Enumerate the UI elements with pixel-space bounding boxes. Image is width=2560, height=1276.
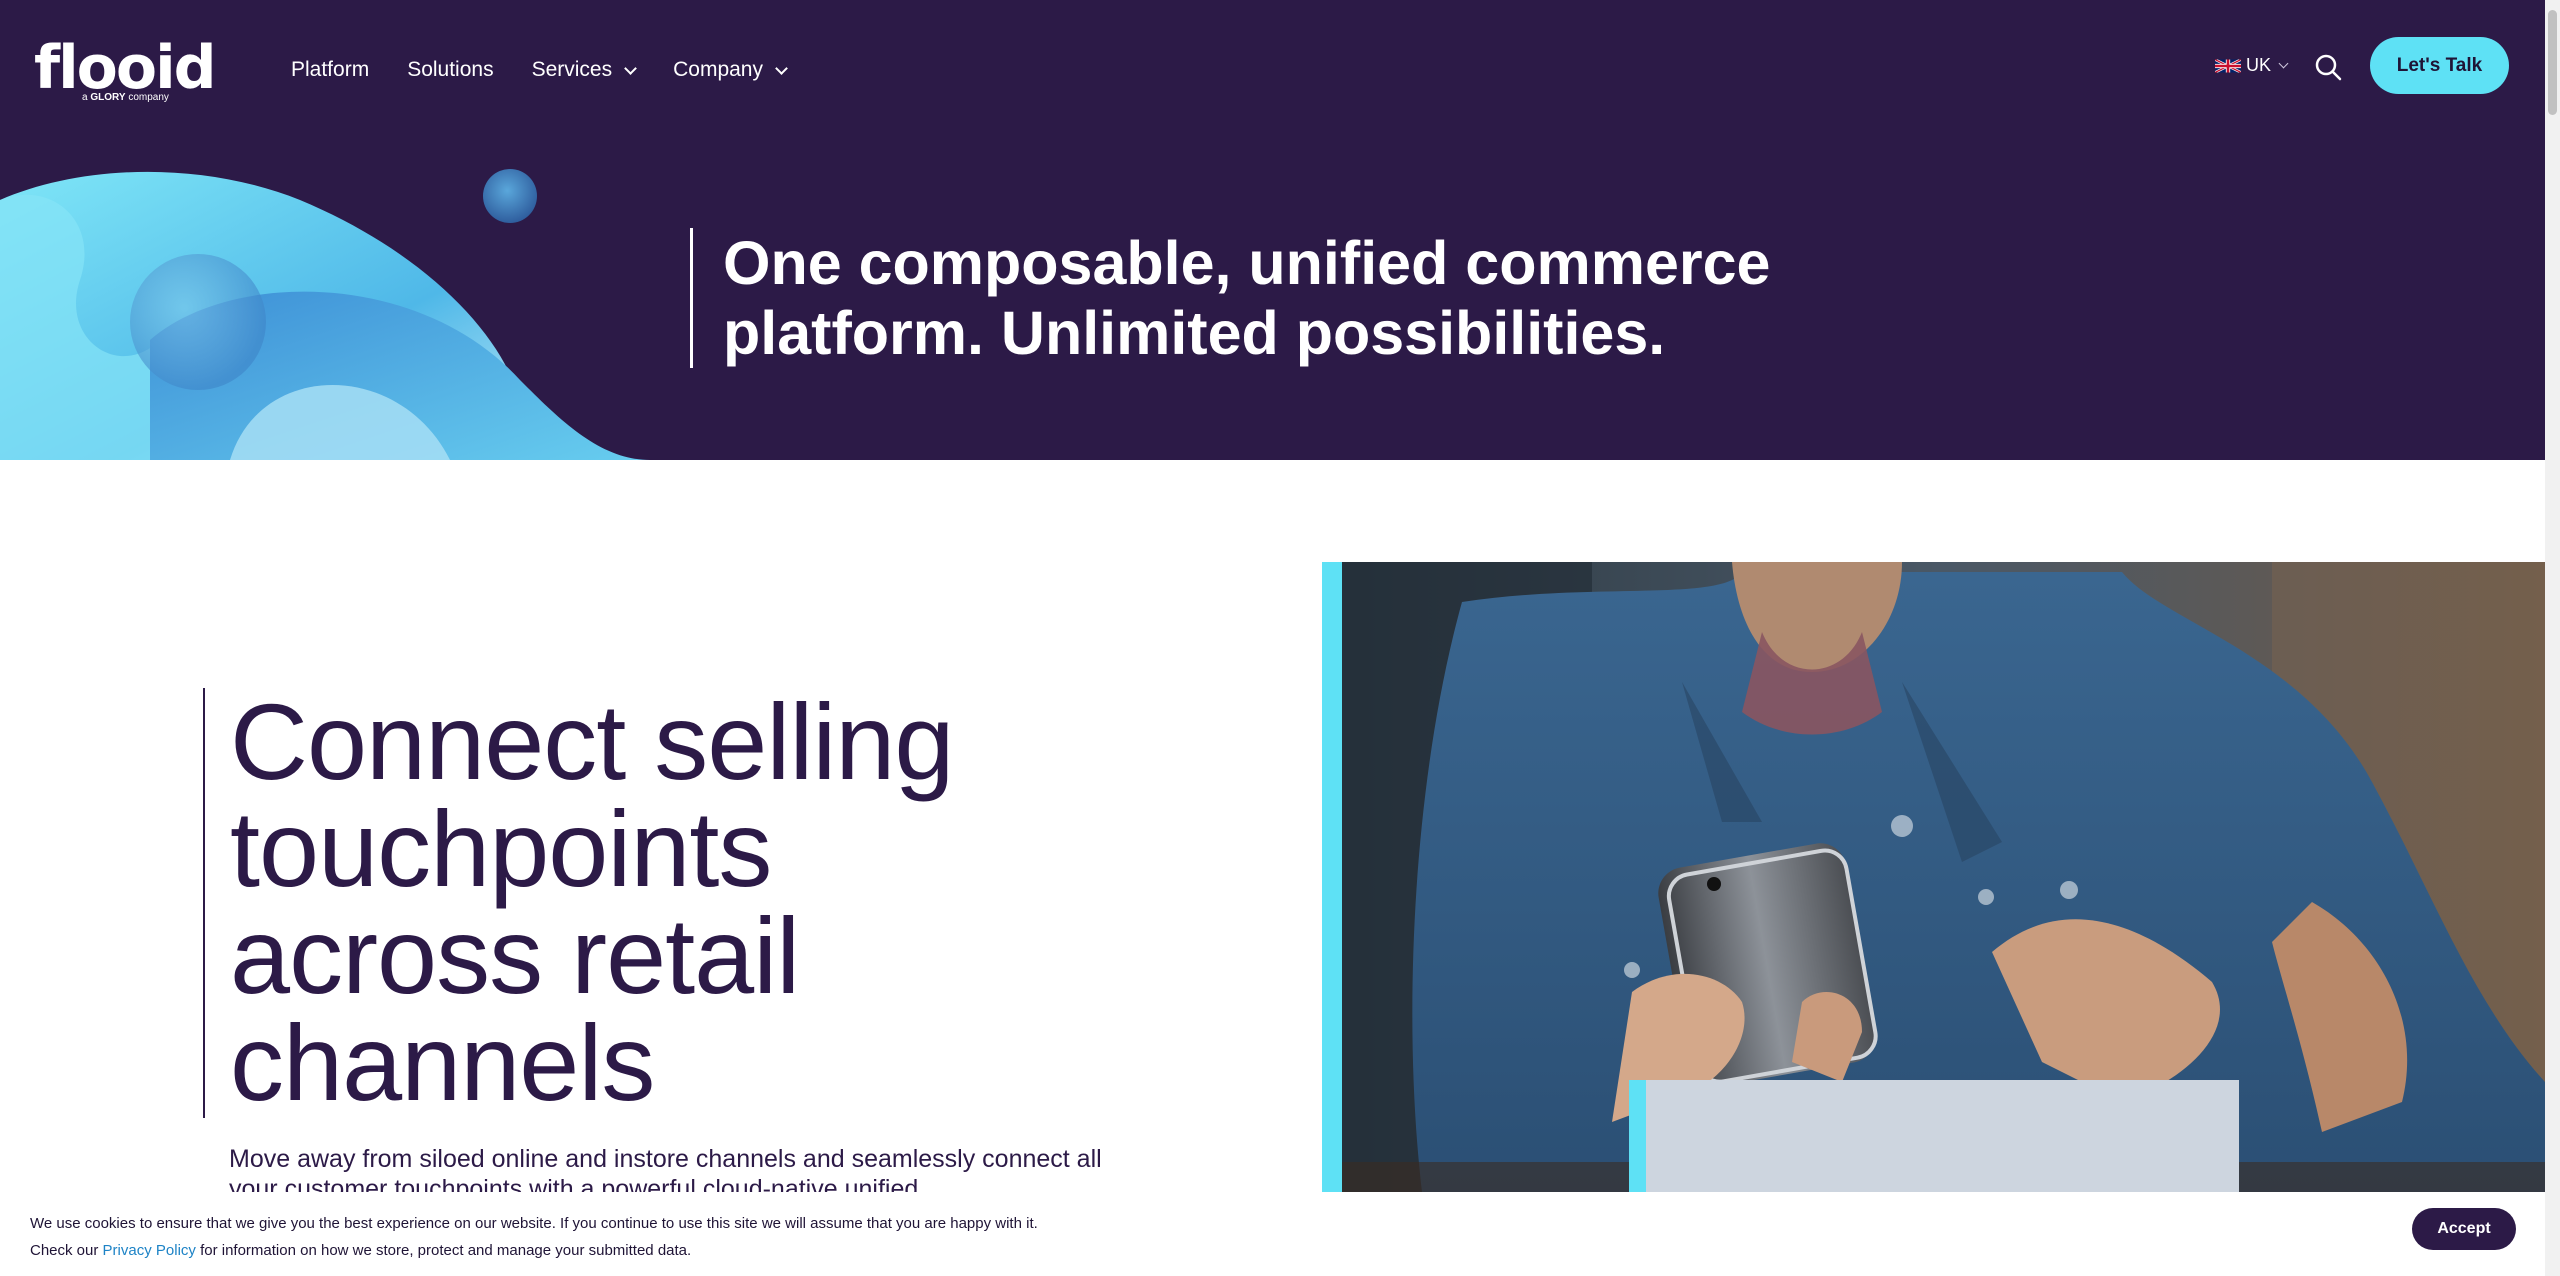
hero-header: flooid a GLORY company Platform Solution… [0, 0, 2545, 460]
main-nav: Platform Solutions Services Company [291, 50, 824, 90]
cookie-banner: We use cookies to ensure that we give yo… [0, 1192, 2545, 1276]
hero-title-block: One composable, unified commerce platfor… [690, 228, 1823, 368]
page-scrollbar[interactable] [2545, 0, 2560, 1276]
locale-selector[interactable]: UK [2215, 55, 2289, 76]
nav-item-label: Company [673, 58, 763, 81]
hero-title: One composable, unified commerce platfor… [723, 229, 1771, 367]
decorative-bubbles-graphic [0, 169, 650, 460]
cookie-line-2-prefix: Check our [30, 1242, 99, 1259]
chevron-down-icon [775, 61, 788, 75]
privacy-policy-link[interactable]: Privacy Policy [103, 1242, 196, 1259]
main-title-block: Connect selling touchpoints across retai… [203, 688, 1030, 1118]
uk-flag-icon [2215, 59, 2241, 72]
flooid-logo[interactable]: flooid a GLORY company [34, 38, 217, 108]
main-title: Connect selling touchpoints across retai… [230, 681, 954, 1123]
lets-talk-button[interactable]: Let's Talk [2370, 37, 2509, 94]
nav-item-platform[interactable]: Platform [291, 58, 369, 82]
scrollbar-thumb[interactable] [2548, 10, 2557, 115]
chevron-down-icon [2278, 58, 2289, 69]
locale-label: UK [2246, 55, 2272, 75]
nav-item-label: Services [531, 58, 613, 81]
nav-item-solutions[interactable]: Solutions [407, 58, 493, 82]
chevron-down-icon [624, 61, 637, 75]
cookie-message: We use cookies to ensure that we give yo… [30, 1210, 1038, 1264]
cookie-line-2-suffix: for information on how we store, protect… [200, 1242, 692, 1259]
logo-tagline-suffix: company [128, 92, 169, 103]
logo-tagline: a GLORY company [82, 92, 169, 103]
nav-item-label: Platform [291, 58, 370, 81]
photo-accent-bar [1322, 562, 1342, 1192]
nav-item-label: Solutions [407, 58, 494, 81]
cookie-line-2: Check our Privacy Policy for information… [30, 1237, 1038, 1264]
logo-tagline-prefix: a [82, 92, 88, 103]
nav-item-services[interactable]: Services [531, 58, 637, 82]
accept-cookies-button[interactable]: Accept [2412, 1208, 2516, 1250]
search-icon[interactable] [2314, 53, 2342, 81]
logo-wordmark: flooid [34, 33, 217, 103]
logo-tagline-brand: GLORY [90, 92, 126, 103]
nav-item-company[interactable]: Company [673, 58, 788, 82]
cookie-line-1: We use cookies to ensure that we give yo… [30, 1215, 1038, 1232]
